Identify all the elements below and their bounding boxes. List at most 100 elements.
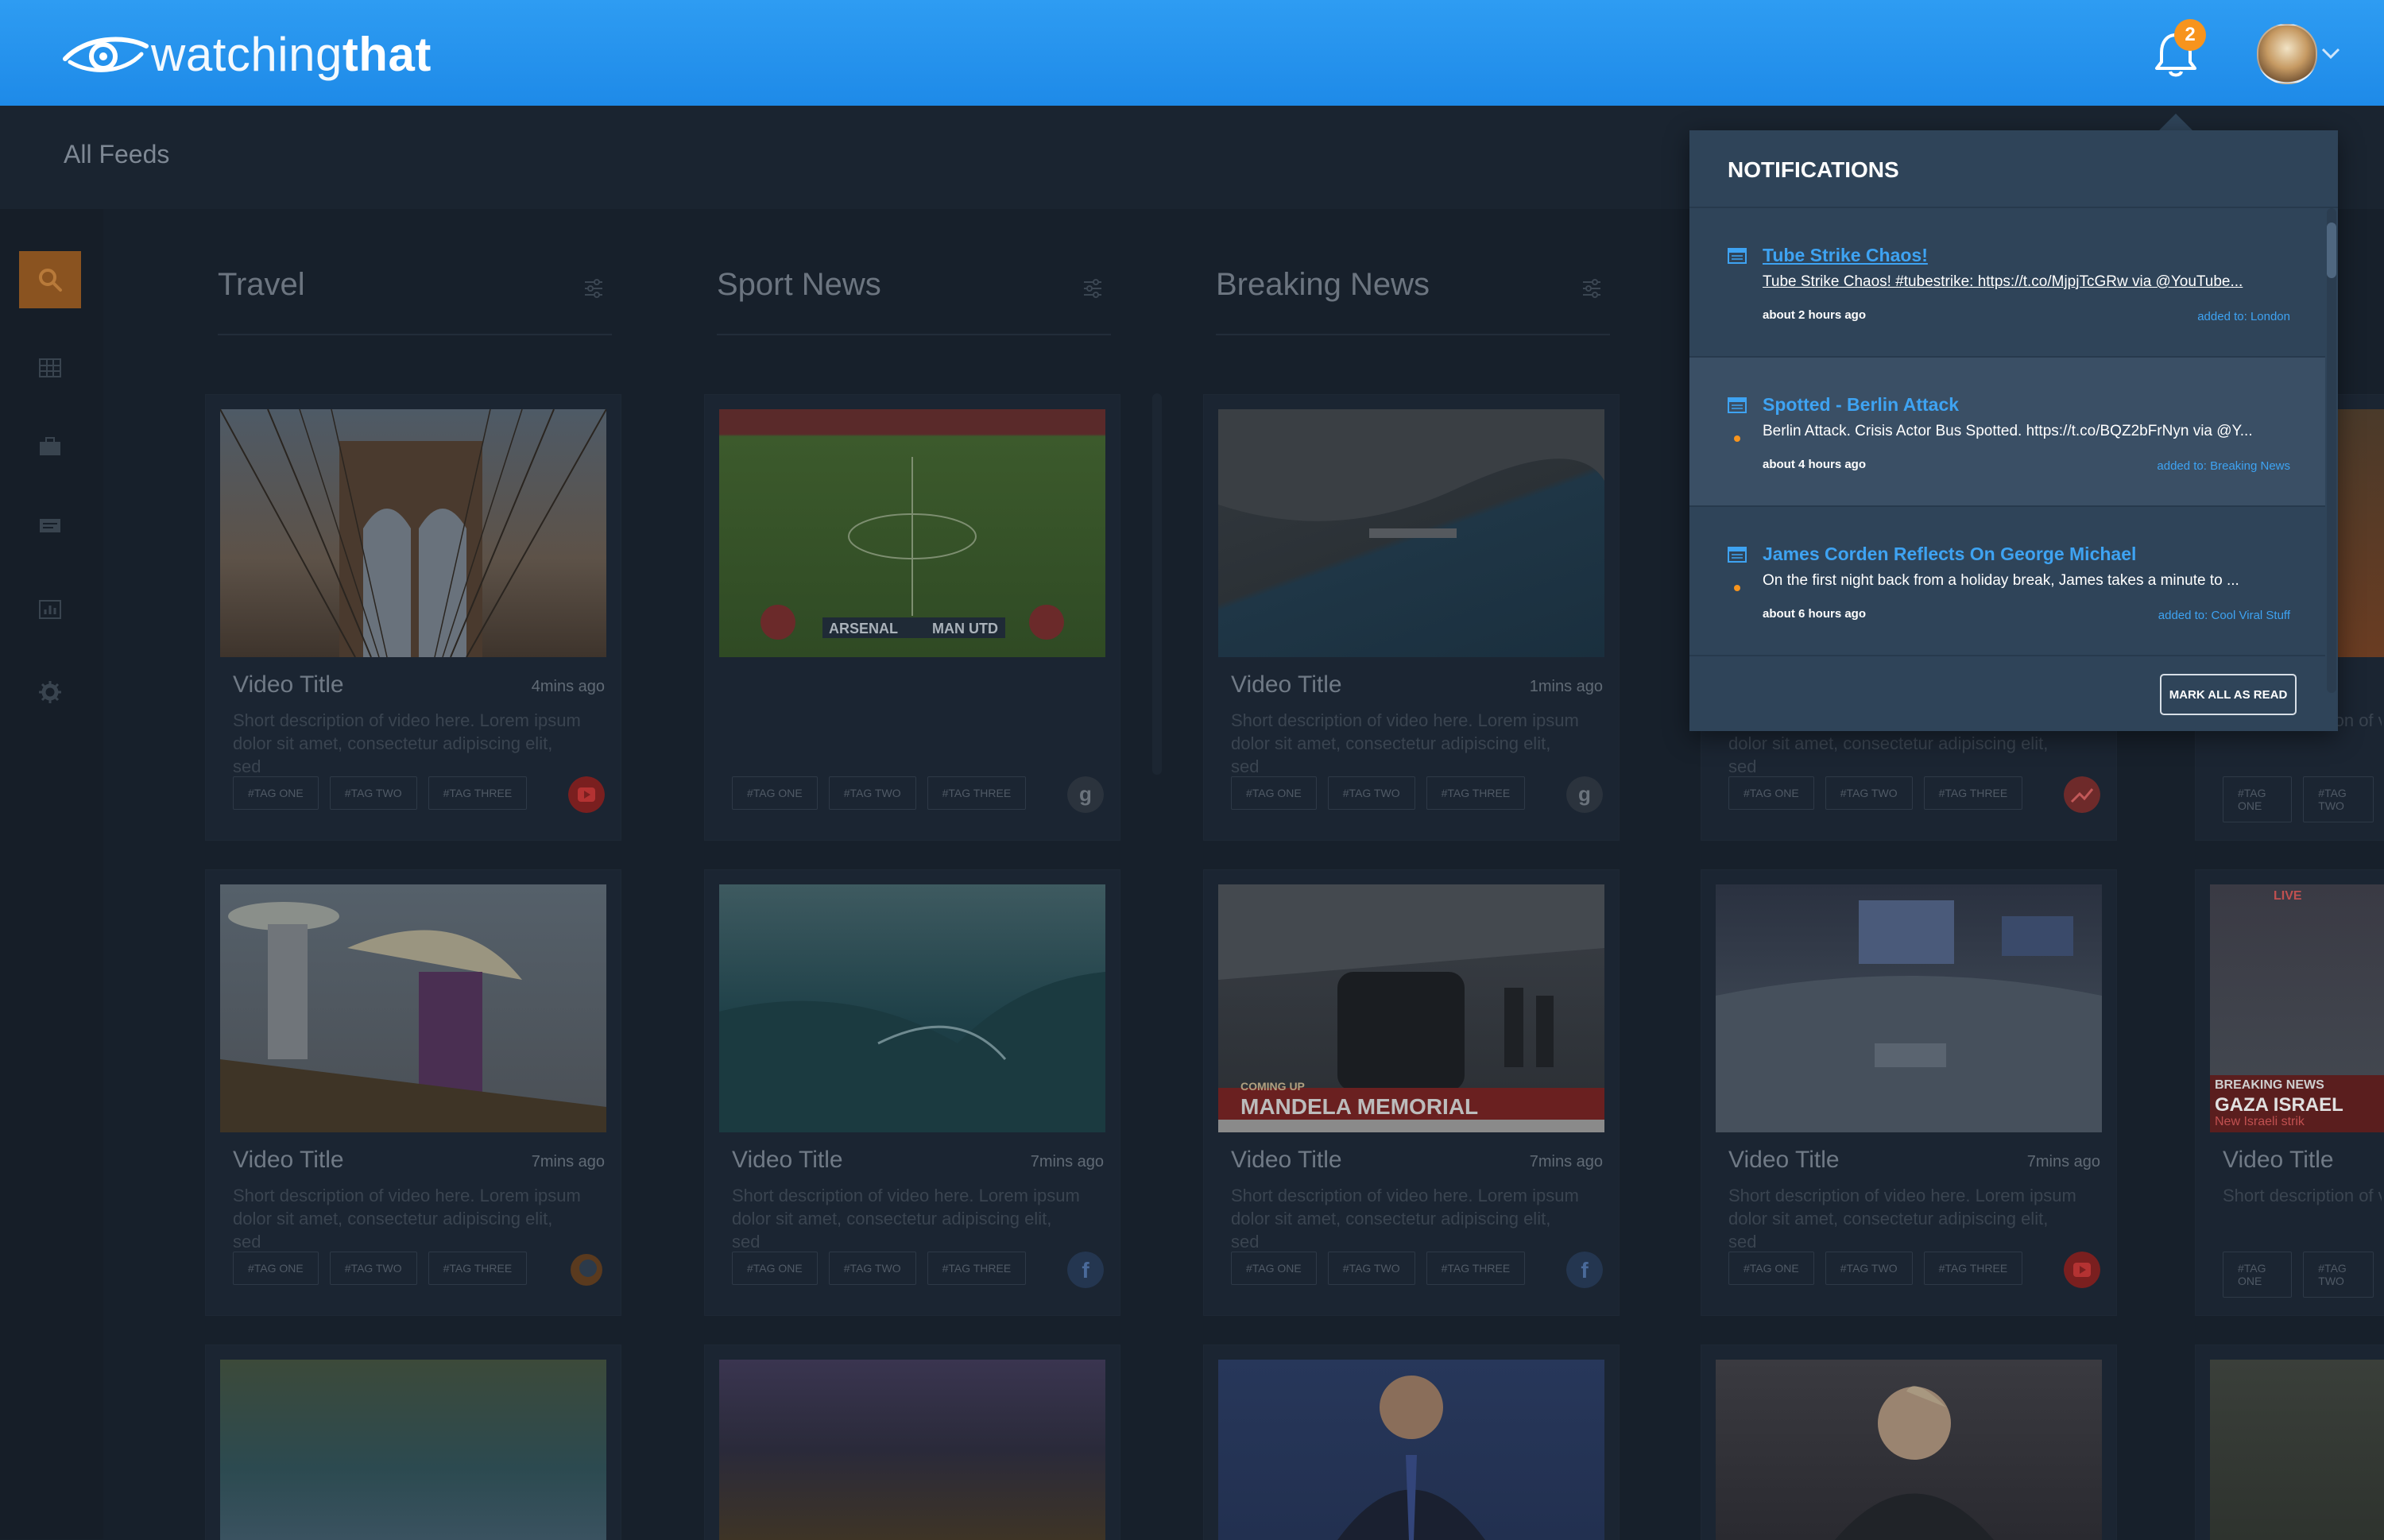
notification-title[interactable]: Spotted - Berlin Attack [1763,394,1959,416]
calendar-icon [1728,547,1747,563]
notification-added-to[interactable]: added to: Cool Viral Stuff [2158,609,2290,622]
tag[interactable]: #TAG TWO [2303,1252,2374,1298]
video-time: 7mins ago [2026,1153,2100,1170]
column-scrollbar[interactable] [1152,393,1162,775]
tag[interactable]: #TAG THREE [1923,1252,2023,1285]
video-thumbnail[interactable]: ARSENAL MAN UTD [719,409,1105,657]
tag-list: #TAG ONE #TAG TWO [2223,1252,2384,1298]
video-thumbnail[interactable] [719,884,1105,1132]
tag[interactable]: #TAG TWO [2303,776,2374,822]
app-logo[interactable]: watchingthat [62,24,432,84]
video-card[interactable]: LIVE BREAKING NEWS GAZA ISRAEL New Israe… [2195,869,2384,1316]
avatar[interactable] [2257,24,2317,84]
tag[interactable]: #TAG TWO [1825,1252,1913,1285]
notification-text[interactable]: Tube Strike Chaos! #tubestrike: https://… [1763,273,2243,291]
sidebar-item-messages[interactable] [35,512,65,542]
notifications-scrollbar-thumb[interactable] [2327,222,2336,278]
tag[interactable]: #TAG ONE [1728,1252,1814,1285]
video-thumbnail[interactable] [220,409,606,657]
video-card[interactable]: Video Title 4mins ago Short description … [205,394,621,841]
tag[interactable]: #TAG THREE [927,776,1027,810]
video-thumbnail[interactable] [220,1360,606,1540]
video-description: Short description of video here. Lorem i… [1728,1186,2076,1252]
filter-icon[interactable] [1082,278,1103,299]
notification-title[interactable]: James Corden Reflects On George Michael [1763,544,2136,565]
video-card[interactable]: Video Title 7mins ago Short description … [205,869,621,1316]
tag-list: #TAG ONE #TAG TWO [2223,776,2384,822]
filter-icon[interactable] [583,278,604,299]
column-title-sport-news: Sport News [717,267,881,302]
tag[interactable]: #TAG ONE [233,776,319,810]
tag[interactable]: #TAG THREE [1923,776,2023,810]
video-thumbnail[interactable]: COMING UP MANDELA MEMORIAL [1218,884,1604,1132]
sidebar-item-grid[interactable] [35,353,65,383]
video-card[interactable]: ARSENAL MAN UTD #TAG ONE #TAG TWO #TAG T… [704,394,1120,841]
tag-list: #TAG ONE #TAG TWO #TAG THREE [1728,776,2034,810]
video-card[interactable]: Video Title 7mins ago Short description … [1701,869,2117,1316]
sidebar-item-briefcase[interactable] [35,431,65,462]
tag[interactable]: #TAG ONE [1231,1252,1317,1285]
notification-count-badge: 2 [2174,19,2206,51]
tag[interactable]: #TAG ONE [1728,776,1814,810]
notification-item[interactable]: James Corden Reflects On George Michael … [1689,507,2325,656]
tag[interactable]: #TAG THREE [1426,1252,1526,1285]
video-description: Short description of video here. Lorem i… [732,1186,1080,1252]
notification-text[interactable]: On the first night back from a holiday b… [1763,572,2239,590]
notification-added-to[interactable]: added to: Breaking News [2157,459,2290,473]
video-card[interactable] [205,1345,621,1540]
video-card[interactable] [1701,1345,2117,1540]
column-divider [717,334,1111,335]
mark-all-read-button[interactable]: MARK ALL AS READ [2160,674,2297,715]
video-card[interactable]: Video Title 7mins ago Short description … [704,869,1120,1316]
video-card[interactable]: Video Title 1mins ago Short description … [1203,394,1620,841]
tag[interactable]: #TAG ONE [732,1252,818,1285]
svg-text:f: f [1581,1258,1589,1283]
briefcase-icon [40,437,60,455]
video-thumbnail[interactable] [719,1360,1105,1540]
tv-caption: MANDELA MEMORIAL [1240,1094,1479,1119]
notification-text[interactable]: Berlin Attack. Crisis Actor Bus Spotted.… [1763,423,2253,440]
video-thumbnail[interactable] [2210,1360,2384,1540]
video-card[interactable] [1203,1345,1620,1540]
video-thumbnail[interactable] [1716,884,2102,1132]
notification-added-to[interactable]: added to: London [2197,310,2290,323]
tag[interactable]: #TAG ONE [233,1252,319,1285]
tag-list: #TAG ONE #TAG TWO #TAG THREE [1231,776,1536,810]
notification-title[interactable]: Tube Strike Chaos! [1763,245,1928,266]
sidebar-item-stats[interactable] [35,594,65,625]
tag[interactable]: #TAG ONE [1231,776,1317,810]
video-thumbnail[interactable] [1218,1360,1604,1540]
notifications-scrollbar[interactable] [2327,208,2336,693]
tag[interactable]: #TAG TWO [828,776,916,810]
tag-list: #TAG ONE #TAG TWO #TAG THREE [732,776,1037,810]
tag[interactable]: #TAG TWO [1825,776,1913,810]
tag[interactable]: #TAG TWO [329,1252,417,1285]
chevron-down-icon[interactable] [2320,46,2341,60]
tag[interactable]: #TAG TWO [828,1252,916,1285]
video-thumbnail[interactable]: LIVE BREAKING NEWS GAZA ISRAEL New Israe… [2210,884,2384,1132]
video-card[interactable] [704,1345,1120,1540]
sidebar-item-search[interactable] [19,251,81,308]
tag[interactable]: #TAG TWO [1327,1252,1415,1285]
sidebar-item-settings[interactable] [35,677,65,707]
tag[interactable]: #TAG THREE [1426,776,1526,810]
video-thumbnail[interactable] [1716,1360,2102,1540]
tag[interactable]: #TAG ONE [2223,776,2293,822]
tag[interactable]: #TAG THREE [428,776,528,810]
tag[interactable]: #TAG ONE [732,776,818,810]
video-time: 7mins ago [1529,1153,1603,1170]
tag-list: #TAG ONE #TAG TWO #TAG THREE [233,1252,538,1285]
video-thumbnail[interactable] [220,884,606,1132]
tag[interactable]: #TAG ONE [2223,1252,2293,1298]
video-card[interactable] [2195,1345,2384,1540]
video-card[interactable]: COMING UP MANDELA MEMORIAL Video Title 7… [1203,869,1620,1316]
video-thumbnail[interactable] [1218,409,1604,657]
notification-item[interactable]: Spotted - Berlin Attack Berlin Attack. C… [1689,358,2325,507]
tag[interactable]: #TAG THREE [428,1252,528,1285]
notification-item[interactable]: Tube Strike Chaos! Tube Strike Chaos! #t… [1689,208,2325,358]
filter-icon[interactable] [1581,278,1602,299]
tag[interactable]: #TAG THREE [927,1252,1027,1285]
tag[interactable]: #TAG TWO [329,776,417,810]
video-title: Video Title [1728,1147,1840,1173]
tag[interactable]: #TAG TWO [1327,776,1415,810]
